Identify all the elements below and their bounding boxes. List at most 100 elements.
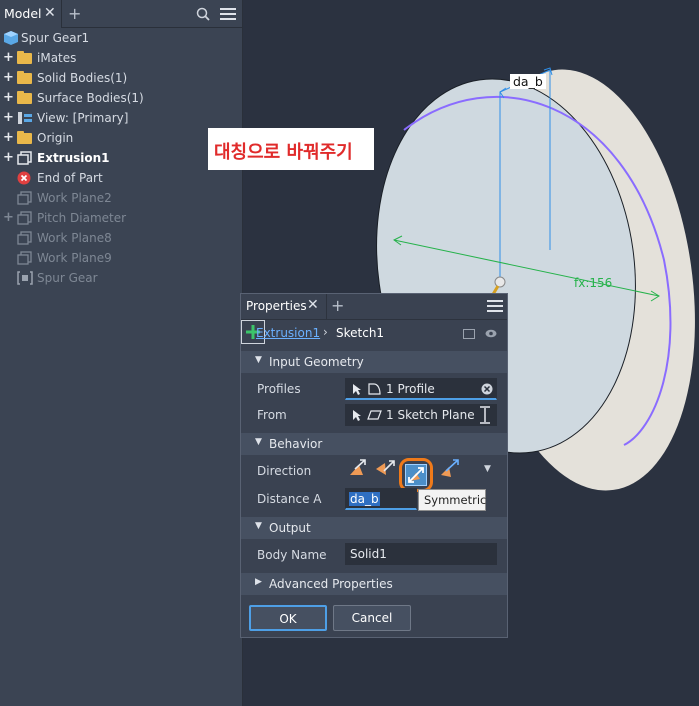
distance-a-label: Distance A <box>257 492 322 506</box>
chevron-down-icon[interactable]: ▼ <box>484 464 491 474</box>
direction-flipped-icon[interactable] <box>374 457 396 479</box>
profiles-label: Profiles <box>257 382 301 396</box>
breadcrumb-separator: › <box>323 325 328 339</box>
expand-icon[interactable]: + <box>3 90 14 105</box>
section-input-geometry[interactable]: ▼ Input Geometry <box>241 351 507 373</box>
collapse-triangle-icon: ▼ <box>255 437 262 447</box>
body-name-label: Body Name <box>257 548 327 562</box>
sketch-plane-icon <box>367 410 382 420</box>
profiles-selector[interactable]: 1 Profile <box>345 378 497 400</box>
tab-properties[interactable]: Properties ✕ <box>241 294 327 320</box>
expand-icon[interactable]: + <box>3 50 14 65</box>
tree-item-label: Work Plane8 <box>37 231 112 245</box>
from-to-distance-icon[interactable] <box>479 406 491 424</box>
distance-a-input[interactable]: da_b <box>345 488 417 510</box>
preset-icon[interactable] <box>463 329 475 339</box>
expand-icon[interactable]: + <box>3 70 14 85</box>
tree-item-surface-bodies[interactable]: + Surface Bodies(1) <box>0 88 243 108</box>
tree-item-label: Surface Bodies(1) <box>37 91 144 105</box>
extrusion-icon <box>17 151 32 165</box>
ok-button[interactable]: OK <box>249 605 327 631</box>
work-plane-icon <box>17 231 32 245</box>
direction-label: Direction <box>257 464 312 478</box>
add-tab-icon[interactable]: + <box>68 4 81 23</box>
body-name-value: Solid1 <box>350 547 387 561</box>
from-selector[interactable]: 1 Sketch Plane <box>345 404 497 426</box>
tree-item-label: Extrusion1 <box>37 151 110 165</box>
tree-item-origin[interactable]: + Origin <box>0 128 243 148</box>
profiles-value: 1 Profile <box>386 382 435 396</box>
profile-icon <box>368 383 381 395</box>
properties-panel: Properties ✕ + Extrusion1 › Sketch1 ▼ In… <box>240 293 508 638</box>
add-tab-icon[interactable]: + <box>331 296 344 315</box>
from-label: From <box>257 408 287 422</box>
breadcrumb-sketch1[interactable]: Sketch1 <box>336 326 384 340</box>
section-advanced-properties[interactable]: ▶ Advanced Properties <box>241 573 507 595</box>
tree-item-label: Work Plane2 <box>37 191 112 205</box>
dimension-label-distance[interactable]: da_b <box>510 74 546 89</box>
annotation-callout: 대칭으로 바꿔주기 <box>208 128 374 170</box>
search-icon[interactable] <box>196 7 210 21</box>
body-name-input[interactable]: Solid1 <box>345 543 497 565</box>
tree-item-label: Origin <box>37 131 74 145</box>
tree-item-part[interactable]: Spur Gear1 <box>0 28 243 48</box>
direction-asymmetric-icon[interactable] <box>439 457 461 479</box>
hamburger-menu-icon[interactable] <box>220 8 236 21</box>
section-output[interactable]: ▼ Output <box>241 517 507 539</box>
tree-item-label: Spur Gear1 <box>21 31 90 45</box>
tree-item-end-of-part[interactable]: End of Part <box>0 168 243 188</box>
tree-item-label: Spur Gear <box>37 271 98 285</box>
expand-icon[interactable]: + <box>3 130 14 145</box>
expand-triangle-icon: ▶ <box>255 577 262 587</box>
tree-item-view[interactable]: + View: [Primary] <box>0 108 243 128</box>
tree-item-label: Work Plane9 <box>37 251 112 265</box>
section-title: Behavior <box>269 437 323 451</box>
tree-item-label: End of Part <box>37 171 103 185</box>
tree-item-work-plane2[interactable]: Work Plane2 <box>0 188 243 208</box>
tree-item-label: Solid Bodies(1) <box>37 71 128 85</box>
from-value: 1 Sketch Plane <box>386 408 475 422</box>
folder-icon <box>17 91 32 104</box>
dimension-label-diameter[interactable]: fx:156 <box>574 276 612 290</box>
close-icon[interactable]: ✕ <box>44 5 56 21</box>
folder-icon <box>17 71 32 84</box>
close-icon[interactable]: ✕ <box>307 297 319 313</box>
tab-model-label: Model <box>4 6 42 21</box>
clear-icon[interactable] <box>481 383 493 395</box>
tree-item-imates[interactable]: + iMates <box>0 48 243 68</box>
tree-item-pitch-diameter[interactable]: + Pitch Diameter <box>0 208 243 228</box>
direction-default-icon[interactable] <box>347 457 369 479</box>
part-cube-icon <box>4 31 18 45</box>
view-icon <box>18 112 32 124</box>
tree-item-extrusion1[interactable]: + Extrusion1 <box>0 148 243 168</box>
tab-model[interactable]: Model ✕ <box>0 0 62 28</box>
section-title: Output <box>269 521 311 535</box>
tree-item-label: iMates <box>37 51 77 65</box>
collapse-triangle-icon: ▼ <box>255 355 262 365</box>
tree-item-work-plane9[interactable]: Work Plane9 <box>0 248 243 268</box>
folder-icon <box>17 51 32 64</box>
cursor-arrow-icon <box>353 410 361 421</box>
direction-symmetric-button[interactable] <box>399 458 433 492</box>
tree-item-spur-gear[interactable]: Spur Gear <box>0 268 243 288</box>
tab-properties-label: Properties <box>246 299 307 313</box>
design-accelerator-icon <box>17 271 33 285</box>
eye-icon[interactable] <box>485 329 497 338</box>
expand-icon[interactable]: + <box>3 110 14 125</box>
distance-a-value: da_b <box>349 492 380 506</box>
end-of-part-icon <box>17 171 31 185</box>
work-plane-icon <box>17 251 32 265</box>
tree-item-solid-bodies[interactable]: + Solid Bodies(1) <box>0 68 243 88</box>
collapse-triangle-icon: ▼ <box>255 521 262 531</box>
tree-item-work-plane8[interactable]: Work Plane8 <box>0 228 243 248</box>
hamburger-menu-icon[interactable] <box>487 300 503 313</box>
section-behavior[interactable]: ▼ Behavior <box>241 433 507 455</box>
cancel-button[interactable]: Cancel <box>333 605 411 631</box>
expand-icon[interactable]: + <box>3 150 14 165</box>
extrusion-icon <box>17 211 32 225</box>
breadcrumb: Extrusion1 › Sketch1 <box>241 321 507 347</box>
expand-icon[interactable]: + <box>3 210 14 225</box>
section-title: Input Geometry <box>269 355 364 369</box>
folder-icon <box>17 131 32 144</box>
breadcrumb-extrusion1[interactable]: Extrusion1 <box>256 326 320 340</box>
